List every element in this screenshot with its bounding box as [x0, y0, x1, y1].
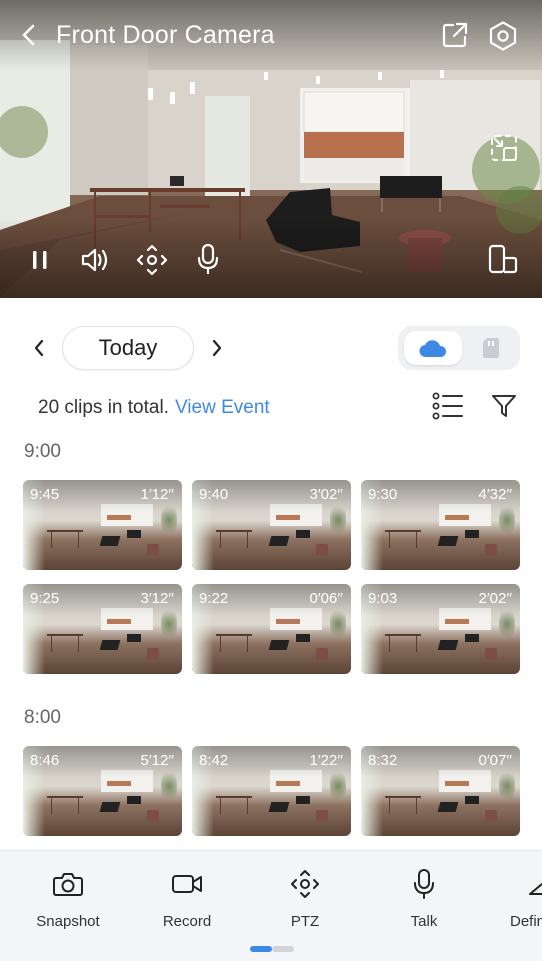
- clip-time: 9:45: [30, 486, 60, 503]
- sd-card-icon: [483, 338, 499, 358]
- snapshot-button[interactable]: Snapshot: [18, 867, 118, 937]
- settings-button[interactable]: [486, 19, 520, 53]
- video-icon: [172, 875, 202, 893]
- snapshot-label: Snapshot: [36, 913, 100, 930]
- back-button[interactable]: [14, 20, 42, 50]
- talk-label: Talk: [410, 913, 438, 930]
- shrink-icon: [491, 135, 517, 161]
- ptz-button[interactable]: [135, 243, 169, 277]
- gear-icon: [489, 21, 517, 51]
- share-button[interactable]: [440, 20, 470, 50]
- list-view-button[interactable]: [430, 390, 466, 422]
- clip-time: 8:32: [368, 752, 398, 769]
- time-group-label: 8:00: [24, 707, 61, 728]
- toolbar-page-indicator: [250, 946, 294, 952]
- talk-tool-button[interactable]: Talk: [374, 867, 474, 937]
- clip-thumbnail[interactable]: 8:42 1′22′′: [192, 746, 351, 836]
- clip-thumbnail[interactable]: 9:40 3′02′′: [192, 480, 351, 570]
- chevron-right-icon: [212, 339, 222, 357]
- cloud-storage-tab[interactable]: [404, 331, 462, 365]
- clip-time: 8:42: [199, 752, 229, 769]
- talk-button[interactable]: [194, 242, 222, 276]
- date-selector[interactable]: Today: [62, 326, 194, 370]
- microphone-icon: [197, 243, 219, 275]
- clip-duration: 0′06′′: [309, 590, 343, 607]
- filter-icon: [492, 395, 516, 417]
- clip-duration: 1′12′′: [140, 486, 174, 503]
- ptz-label: PTZ: [290, 913, 320, 930]
- clip-time: 9:03: [368, 590, 398, 607]
- page-dot: [272, 946, 294, 952]
- live-video-view[interactable]: Front Door Camera: [0, 0, 542, 298]
- ptz-icon: [291, 870, 319, 898]
- storage-toggle: [398, 326, 520, 370]
- bottom-toolbar: Snapshot Record PTZ Talk Defin: [0, 850, 542, 961]
- sd-card-tab[interactable]: [468, 331, 514, 365]
- clip-thumbnail[interactable]: 9:25 3′12′′: [23, 584, 182, 674]
- clip-summary: 20 clips in total. View Event: [38, 397, 270, 419]
- clip-duration: 4′32′′: [478, 486, 512, 503]
- clip-thumbnail[interactable]: 8:32 0′07′′: [361, 746, 520, 836]
- list-icon: [432, 392, 463, 420]
- camera-title: Front Door Camera: [56, 21, 275, 49]
- picture-in-picture-button[interactable]: [488, 132, 520, 164]
- device-switch-button[interactable]: [486, 243, 520, 275]
- ptz-icon: [136, 244, 168, 276]
- clip-duration: 3′12′′: [140, 590, 174, 607]
- clip-thumbnail[interactable]: 9:45 1′12′′: [23, 480, 182, 570]
- clip-duration: 2′02′′: [478, 590, 512, 607]
- speaker-icon: [81, 248, 108, 272]
- previous-day-button[interactable]: [27, 334, 51, 362]
- playback-panel: Today 20 clips in total. View Event 9:00…: [0, 298, 542, 850]
- clip-thumbnail[interactable]: 8:46 5′12′′: [23, 746, 182, 836]
- clip-duration: 3′02′′: [309, 486, 343, 503]
- cloud-icon: [419, 340, 447, 358]
- chevron-left-icon: [34, 339, 44, 357]
- chevron-left-icon: [22, 24, 35, 46]
- view-event-link[interactable]: View Event: [175, 397, 270, 418]
- page-dot-active: [250, 946, 272, 952]
- record-button[interactable]: Record: [137, 867, 237, 937]
- clip-thumbnail[interactable]: 9:03 2′02′′: [361, 584, 520, 674]
- clip-duration: 5′12′′: [140, 752, 174, 769]
- clip-time: 9:22: [199, 590, 229, 607]
- clip-thumbnail[interactable]: 9:22 0′06′′: [192, 584, 351, 674]
- camera-icon: [53, 873, 83, 896]
- clip-count-text: 20 clips in total.: [38, 397, 169, 418]
- definition-label: Definition: [510, 913, 542, 930]
- record-label: Record: [162, 913, 212, 930]
- microphone-icon: [414, 869, 434, 899]
- time-group-label: 9:00: [24, 441, 61, 462]
- clip-time: 8:46: [30, 752, 60, 769]
- volume-button[interactable]: [78, 244, 112, 276]
- clip-duration: 0′07′′: [478, 752, 512, 769]
- device-icon: [488, 244, 518, 274]
- definition-button[interactable]: Definition: [492, 867, 542, 937]
- clip-duration: 1′22′′: [309, 752, 343, 769]
- clip-time: 9:30: [368, 486, 398, 503]
- ptz-tool-button[interactable]: PTZ: [255, 867, 355, 937]
- clip-time: 9:40: [199, 486, 229, 503]
- next-day-button[interactable]: [205, 334, 229, 362]
- pause-button[interactable]: [26, 246, 54, 274]
- clip-thumbnail[interactable]: 9:30 4′32′′: [361, 480, 520, 570]
- definition-icon: [529, 882, 542, 895]
- share-icon: [442, 22, 468, 48]
- pause-icon: [33, 251, 47, 269]
- filter-button[interactable]: [488, 390, 520, 422]
- clip-time: 9:25: [30, 590, 60, 607]
